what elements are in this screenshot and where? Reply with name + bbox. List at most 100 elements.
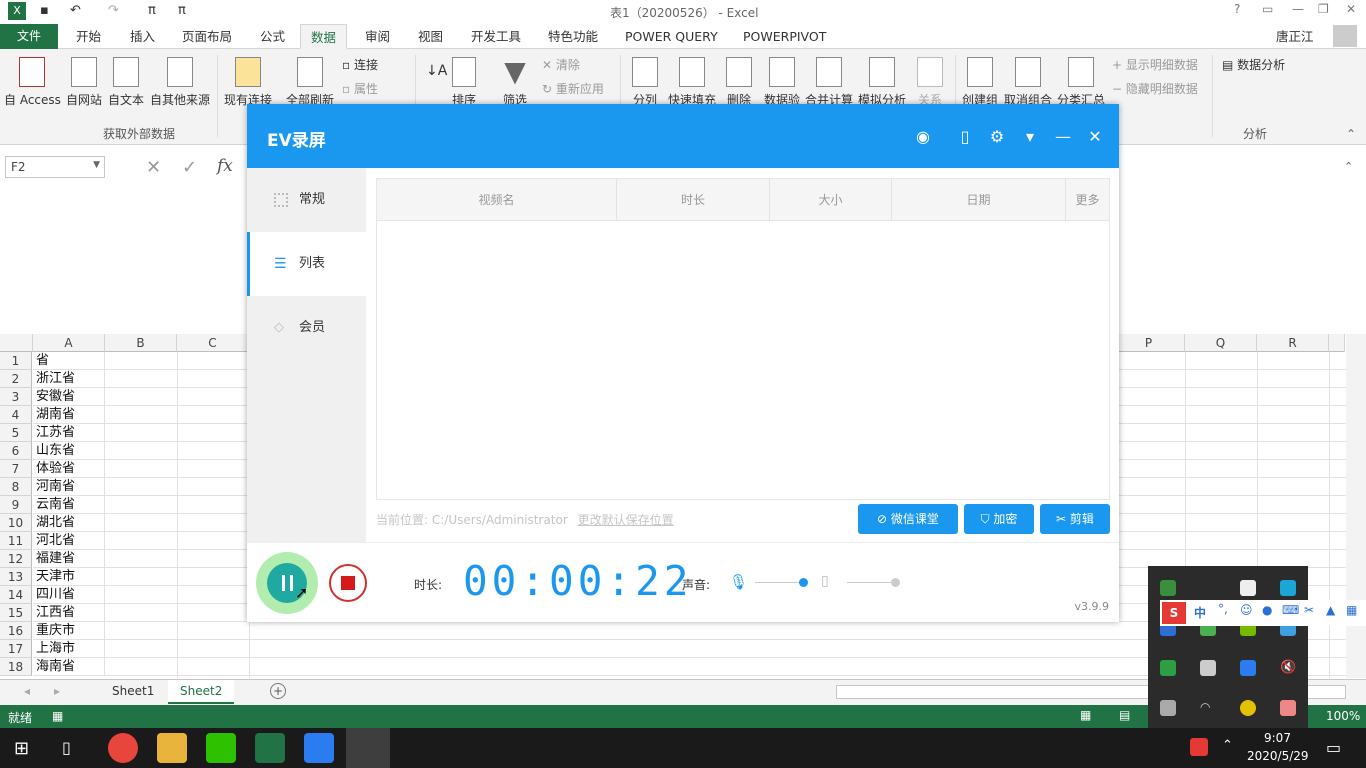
stop-button[interactable] xyxy=(329,564,367,602)
row-header[interactable]: 12 xyxy=(0,550,32,568)
flash-fill-button[interactable]: 快速填充 xyxy=(668,51,716,108)
toolbox-icon[interactable]: ✂ xyxy=(1304,603,1314,617)
macro-record-icon[interactable]: ▦ xyxy=(52,709,63,723)
security-shield-icon[interactable] xyxy=(1240,580,1256,596)
sidebar-item-list[interactable]: ☰ 列表 xyxy=(247,232,366,296)
select-all-corner[interactable] xyxy=(0,334,33,352)
normal-view-icon[interactable]: ▦ xyxy=(1080,708,1091,722)
wifi-icon[interactable]: ◠ xyxy=(1200,700,1216,716)
zoom-level[interactable]: 100% xyxy=(1326,709,1360,723)
row-header[interactable]: 16 xyxy=(0,622,32,640)
tab-page-layout[interactable]: 页面布局 xyxy=(182,24,232,49)
column-header[interactable]: Q xyxy=(1185,334,1257,352)
start-icon[interactable]: ⊞ xyxy=(14,738,29,759)
undo-icon[interactable]: ↶ xyxy=(70,3,81,18)
sort-button[interactable]: 排序 xyxy=(452,51,476,108)
vertical-scrollbar[interactable] xyxy=(1346,334,1366,678)
hide-detail-button[interactable]: − 隐藏明细数据 xyxy=(1112,80,1198,97)
collapse-ribbon-icon[interactable]: ⌃ xyxy=(1346,127,1356,141)
cell-a2[interactable]: 浙江省 xyxy=(33,370,105,388)
equation-icon[interactable]: π xyxy=(178,3,186,18)
cell-a7[interactable]: 体验省 xyxy=(33,460,105,478)
refresh-all-button[interactable]: 全部刷新 xyxy=(286,51,334,108)
data-validation-button[interactable]: 数据验 xyxy=(764,51,800,108)
network-icon[interactable] xyxy=(1160,700,1176,716)
sort-az-icon[interactable]: ↓A xyxy=(426,63,447,79)
column-header[interactable]: C xyxy=(177,334,249,352)
subtotal-button[interactable]: 分类汇总 xyxy=(1057,51,1105,108)
tray-app-icon[interactable] xyxy=(1280,580,1296,596)
cell-a4[interactable]: 湖南省 xyxy=(33,406,105,424)
cell-a12[interactable]: 福建省 xyxy=(33,550,105,568)
settings-gear-icon[interactable]: ⚙ xyxy=(988,128,1006,146)
column-header-date[interactable]: 日期 xyxy=(892,179,1066,221)
sheet-tab-1[interactable]: Sheet1 xyxy=(100,680,166,704)
microphone-icon[interactable]: 🎙 xyxy=(729,573,748,591)
notepad-app-icon[interactable] xyxy=(304,733,334,763)
speaker-icon[interactable]: ▯ xyxy=(821,573,829,589)
cell-a17[interactable]: 上海市 xyxy=(33,640,105,658)
excel-taskbar-icon[interactable] xyxy=(255,733,285,763)
row-header[interactable]: 18 xyxy=(0,658,32,676)
tab-review[interactable]: 审阅 xyxy=(365,24,390,49)
speaker-slider-handle[interactable] xyxy=(891,578,900,587)
cell-a13[interactable]: 天津市 xyxy=(33,568,105,586)
tray-expand-icon[interactable]: ⌃ xyxy=(1222,738,1233,753)
row-header[interactable]: 15 xyxy=(0,604,32,622)
mobile-icon[interactable]: ▯ xyxy=(956,128,974,146)
row-header[interactable]: 8 xyxy=(0,478,32,496)
consolidate-button[interactable]: 合并计算 xyxy=(805,51,853,108)
tab-view[interactable]: 视图 xyxy=(418,24,443,49)
redo-icon[interactable]: ↷ xyxy=(108,3,119,18)
row-header[interactable]: 5 xyxy=(0,424,32,442)
column-header[interactable]: A xyxy=(33,334,105,352)
from-other-button[interactable]: 自其他来源 xyxy=(150,51,210,108)
row-header[interactable]: 11 xyxy=(0,532,32,550)
cell-a3[interactable]: 安徽省 xyxy=(33,388,105,406)
dropdown-menu-icon[interactable]: ▾ xyxy=(1021,128,1039,146)
cell-a9[interactable]: 云南省 xyxy=(33,496,105,514)
cell-a1[interactable]: 省 xyxy=(33,352,105,370)
grid-icon[interactable]: ▦ xyxy=(1346,603,1357,617)
punctuation-icon[interactable]: °, xyxy=(1218,602,1228,616)
cell-a15[interactable]: 江西省 xyxy=(33,604,105,622)
row-header[interactable]: 1 xyxy=(0,352,32,370)
row-header[interactable]: 13 xyxy=(0,568,32,586)
task-view-icon[interactable]: ▯ xyxy=(62,738,71,757)
pi-icon[interactable]: π xyxy=(148,3,156,18)
cell-a10[interactable]: 湖北省 xyxy=(33,514,105,532)
skin-icon[interactable]: ▲ xyxy=(1326,603,1335,617)
column-header-size[interactable]: 大小 xyxy=(770,179,892,221)
row-header[interactable]: 10 xyxy=(0,514,32,532)
next-sheet-icon[interactable]: ▸ xyxy=(54,684,60,698)
notification-icon[interactable]: ▭ xyxy=(1326,738,1341,757)
shield-icon[interactable] xyxy=(1160,660,1176,676)
remove-duplicates-button[interactable]: 删除 xyxy=(726,51,752,108)
cell-a11[interactable]: 河北省 xyxy=(33,532,105,550)
sidebar-item-member[interactable]: ◇ 会员 xyxy=(247,296,366,360)
tab-developer[interactable]: 开发工具 xyxy=(471,24,521,49)
file-explorer-icon[interactable] xyxy=(157,733,187,763)
from-text-button[interactable]: 自文本 xyxy=(108,51,144,108)
voice-icon[interactable]: ● xyxy=(1262,603,1272,617)
enter-icon[interactable]: ✓ xyxy=(182,157,197,178)
existing-connections-button[interactable]: 现有连接 xyxy=(224,51,272,108)
minimize-icon[interactable]: — xyxy=(1292,2,1304,16)
row-header[interactable]: 7 xyxy=(0,460,32,478)
ribbon-display-icon[interactable]: ▭ xyxy=(1262,2,1273,16)
user-icon[interactable]: ◉ xyxy=(914,128,932,146)
clock-date[interactable]: 2020/5/29 xyxy=(1247,749,1309,763)
row-header[interactable]: 6 xyxy=(0,442,32,460)
tab-data[interactable]: 数据 xyxy=(300,24,348,49)
tab-home[interactable]: 开始 xyxy=(76,24,101,49)
row-header[interactable]: 3 xyxy=(0,388,32,406)
tab-insert[interactable]: 插入 xyxy=(130,24,155,49)
row-header[interactable]: 9 xyxy=(0,496,32,514)
cell-a14[interactable]: 四川省 xyxy=(33,586,105,604)
save-icon[interactable]: ▪ xyxy=(40,3,49,18)
column-header[interactable]: P xyxy=(1113,334,1185,352)
user-name[interactable]: 唐正江 xyxy=(1276,24,1314,49)
edit-button[interactable]: ✂ 剪辑 xyxy=(1040,504,1110,534)
sogou-icon[interactable] xyxy=(1190,738,1208,756)
column-header-duration[interactable]: 时长 xyxy=(617,179,770,221)
